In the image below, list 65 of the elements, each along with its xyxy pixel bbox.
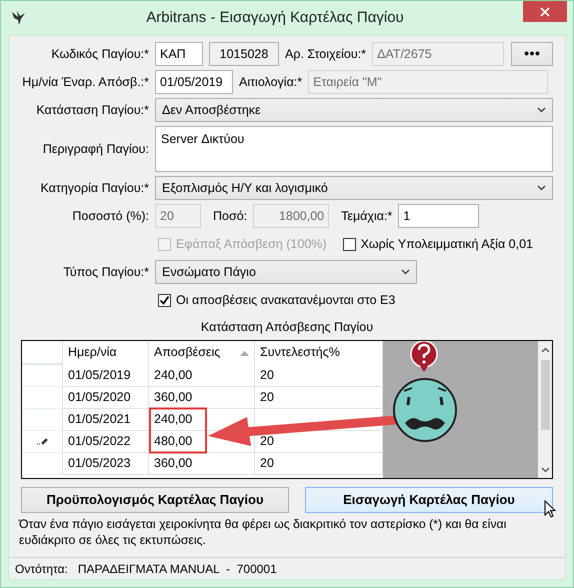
row-header[interactable]: [22, 386, 63, 409]
field-label: Αιτιολογία:*: [239, 74, 302, 91]
dropdown[interactable]: Εξοπλισμός Η/Υ και λογισμικό: [155, 176, 553, 200]
more-button[interactable]: ●●●: [511, 42, 553, 66]
bird-logo-icon: [11, 10, 27, 26]
scrollbar[interactable]: [538, 340, 552, 478]
table-cell: 20: [255, 386, 383, 409]
table-cell: 360,00: [149, 452, 255, 475]
field-label: Κατάσταση Παγίου:*: [35, 102, 149, 119]
field-label: Περιγραφή Παγίου:: [42, 140, 149, 158]
table-cell: 360,00: [149, 386, 255, 409]
chevron-down-icon: [537, 107, 546, 114]
close-icon: [540, 6, 550, 16]
table-cell: 20: [255, 452, 383, 475]
status-value: ΠΑΡΑΔΕΙΓΜΑΤΑ MANUAL - 700001: [78, 560, 277, 578]
column-header[interactable]: Αποσβέσεις: [149, 340, 255, 365]
question-bubble-icon: [410, 340, 438, 372]
grid-title: Κατάσταση Απόσβεσης Παγίου: [200, 319, 374, 336]
dropdown[interactable]: Δεν Αποσβέστηκε: [155, 98, 553, 122]
field-label: Κατηγορία Παγίου:*: [40, 180, 149, 197]
column-header[interactable]: Συντελεστής%: [255, 340, 383, 365]
pencil-icon: [36, 437, 48, 446]
field-label: Τεμάχια:*: [341, 208, 392, 225]
mouse-pointer-icon: [544, 500, 556, 519]
sort-arrow-icon: [240, 350, 249, 356]
input-field[interactable]: 01/05/2019: [155, 70, 233, 94]
field-label: Ποσό:: [213, 208, 248, 225]
row-header[interactable]: [22, 408, 63, 431]
field-label: Ποσοστό (%):: [71, 208, 149, 225]
table-cell: 20: [255, 430, 383, 453]
highlight-frame: [149, 407, 207, 454]
check-icon: [159, 294, 170, 306]
input-field[interactable]: 1: [398, 204, 480, 228]
field-label: Αρ. Στοιχείου:*: [285, 46, 366, 63]
field-label: Τύπος Παγίου:*: [62, 264, 149, 281]
row-header[interactable]: [22, 364, 63, 387]
table-cell: 01/05/2019: [63, 364, 149, 387]
chevron-down-icon: [537, 185, 546, 192]
table-cell: 20: [255, 364, 383, 387]
column-header[interactable]: Ημερ/νία: [63, 340, 149, 365]
row-header[interactable]: [22, 452, 63, 475]
note-text: Όταν ένα πάγιο εισάγεται χειροκίνητα θα φέρει ως διακριτικό τον αστερίσκο (*) και θα είναι ευδιάκριτο σε όλες τις εκτυπώσεις.: [19, 516, 508, 549]
scroll-up-icon[interactable]: [540, 346, 550, 353]
worried-emoji-drawing: [393, 378, 457, 442]
input-field[interactable]: ΚΑΠ: [155, 42, 203, 66]
chevron-down-icon: [401, 269, 410, 276]
close-button[interactable]: [523, 1, 567, 22]
table-cell: 01/05/2021: [63, 408, 149, 431]
table-cell: 01/05/2022: [63, 430, 149, 453]
scroll-down-icon[interactable]: [540, 466, 550, 473]
window-title: Arbitrans - Εισαγωγή Καρτέλας Παγίου: [145, 8, 405, 28]
text-area[interactable]: Server Δικτύου: [155, 126, 553, 172]
status-label: Οντότητα:: [15, 560, 68, 578]
field-label: Ημ/νία Έναρ. Απόσβ.:*: [21, 74, 149, 91]
scroll-thumb[interactable]: [540, 360, 550, 430]
row-header[interactable]: [22, 430, 63, 453]
checkbox[interactable]: Οι αποσβέσεις ανακατανέμονται στο Ε3: [158, 290, 396, 310]
dropdown[interactable]: Ενσώματο Πάγιο: [155, 260, 417, 284]
table-cell: 240,00: [149, 364, 255, 387]
action-button[interactable]: Προϋπολογισμός Καρτέλας Παγίου: [21, 486, 289, 513]
field-label: Κωδικός Παγίου:*: [50, 46, 149, 63]
number-field: 1015028: [209, 42, 279, 66]
table-cell: 01/05/2023: [63, 452, 149, 475]
checkbox[interactable]: Χωρίς Υπολειμματική Αξία 0,01: [342, 234, 533, 254]
table-cell: 01/05/2020: [63, 386, 149, 409]
